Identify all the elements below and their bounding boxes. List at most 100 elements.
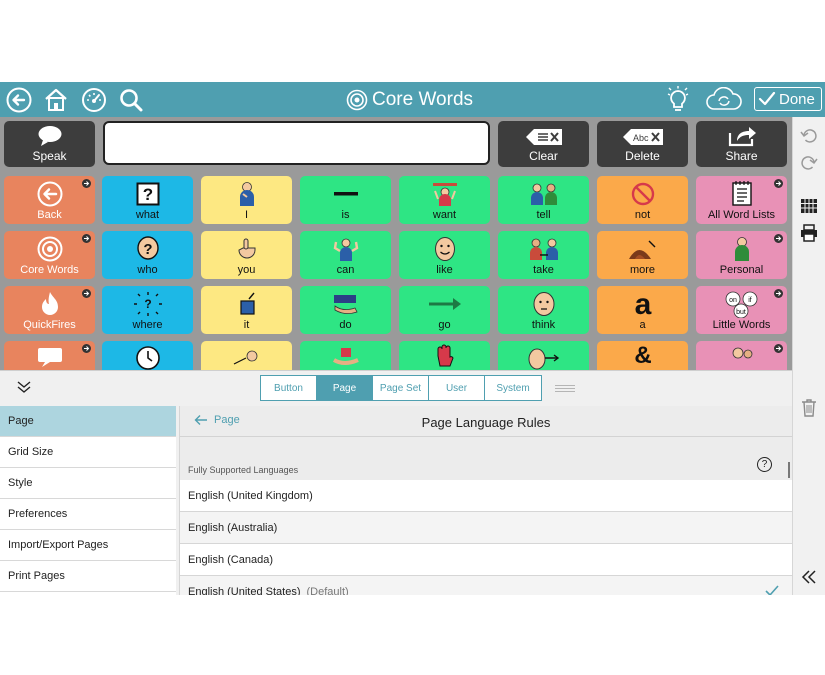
notebook-list-icon — [731, 181, 752, 206]
home-button[interactable] — [42, 85, 70, 114]
grid-button-partial-chat[interactable] — [4, 341, 95, 370]
share-icon — [728, 127, 756, 147]
communication-grid: Speak Clear Abc Delete Share Back ? what… — [0, 117, 792, 370]
speak-button[interactable]: Speak — [4, 121, 95, 167]
hint-button[interactable] — [664, 85, 692, 114]
grid-button-partial-give[interactable] — [300, 341, 391, 370]
share-button[interactable]: Share — [696, 121, 787, 167]
grid-button-tell[interactable]: tell — [498, 176, 589, 224]
grid-button-partial-person[interactable] — [201, 341, 292, 370]
redo-icon — [801, 156, 818, 170]
clear-button[interactable]: Clear — [498, 121, 589, 167]
raised-hand-icon — [437, 344, 454, 367]
sidebar-item-style[interactable]: Style — [0, 468, 176, 499]
grid-button-core-words[interactable]: Core Words — [4, 231, 95, 279]
grid-button-go[interactable]: go — [399, 286, 490, 334]
message-bar[interactable] — [103, 121, 490, 165]
print-button[interactable] — [800, 224, 818, 242]
grid-button-not[interactable]: not — [597, 176, 688, 224]
scroll-indicator[interactable] — [788, 462, 790, 478]
delete-page-button[interactable] — [800, 398, 818, 418]
sidebar-item-print-pages[interactable]: Print Pages — [0, 561, 176, 592]
person-pointing-self-icon — [239, 182, 254, 206]
two-people-talking-icon — [530, 183, 557, 205]
grid-button-want[interactable]: want — [399, 176, 490, 224]
question-head-icon: ? — [136, 236, 159, 260]
grid-button-more[interactable]: more — [597, 231, 688, 279]
grid-button-think[interactable]: think — [498, 286, 589, 334]
language-row[interactable]: English (Australia) — [180, 512, 792, 544]
help-icon: ? — [761, 459, 768, 470]
grid-button-partial-look[interactable] — [498, 341, 589, 370]
grid-button-little-words[interactable]: on if but Little Words — [696, 286, 787, 334]
link-arrow-icon — [82, 234, 91, 243]
grid-button-who[interactable]: ? who — [102, 231, 193, 279]
sidebar-item-import-export-pages[interactable]: Import/Export Pages — [0, 530, 176, 561]
grid-button-it[interactable]: it — [201, 286, 292, 334]
svg-text:if: if — [748, 297, 752, 304]
back-to-page-link[interactable]: Page — [194, 414, 240, 426]
app-window: Core Words Done Speak Clear Abc Delete S… — [0, 82, 825, 595]
grid-button-quickfires[interactable]: QuickFires — [4, 286, 95, 334]
grid-button-where[interactable]: ? where — [102, 286, 193, 334]
working-hands-icon — [333, 295, 358, 314]
search-button[interactable] — [117, 85, 145, 114]
grid-button-a[interactable]: a a — [597, 286, 688, 334]
letter-a-icon: a — [634, 290, 651, 318]
undo-button[interactable] — [800, 127, 818, 145]
clear-icon — [525, 129, 562, 145]
panel-title: Page Language Rules — [421, 415, 551, 430]
grid-button-partial-people[interactable] — [696, 341, 787, 370]
collapse-editor-button[interactable] — [16, 379, 32, 400]
grid-button-personal[interactable]: Personal — [696, 231, 787, 279]
back-button[interactable] — [5, 85, 33, 114]
person-want-icon — [432, 183, 457, 206]
redo-button[interactable] — [800, 154, 818, 172]
grid-button-back[interactable]: Back — [4, 176, 95, 224]
tab-system[interactable]: System — [485, 376, 541, 400]
drag-handle[interactable] — [555, 385, 575, 394]
sidebar-item-preferences[interactable]: Preferences — [0, 499, 176, 530]
clock-icon — [135, 346, 160, 370]
trash-icon — [802, 399, 816, 417]
grid-button-partial-clock[interactable] — [102, 341, 193, 370]
tab-page-set[interactable]: Page Set — [373, 376, 429, 400]
ampersand-icon: & — [634, 342, 651, 369]
sync-button[interactable] — [703, 85, 745, 114]
right-arrow-icon — [428, 298, 461, 310]
grid-button-can[interactable]: can — [300, 231, 391, 279]
strong-arm-icon — [333, 238, 358, 261]
grid-layout-button[interactable] — [800, 197, 818, 215]
done-button[interactable]: Done — [754, 87, 822, 111]
back-circle-icon — [37, 181, 62, 207]
tab-page[interactable]: Page — [317, 376, 373, 400]
dashboard-icon — [82, 87, 106, 112]
help-button[interactable]: ? — [757, 457, 772, 472]
language-row[interactable]: English (United Kingdom) — [180, 480, 792, 512]
grid-button-you[interactable]: you — [201, 231, 292, 279]
sidebar-item-grid-size[interactable]: Grid Size — [0, 437, 176, 468]
grid-button-partial-stop[interactable] — [399, 341, 490, 370]
grid-button-take[interactable]: take — [498, 231, 589, 279]
grid-button-is[interactable]: is — [300, 176, 391, 224]
dashboard-button[interactable] — [80, 85, 108, 114]
editor-panel: Button Page Page Set User System Page Gr… — [0, 370, 792, 595]
grid-button-partial-and[interactable]: & — [597, 341, 688, 370]
language-row-selected[interactable]: English (United States) (Default) — [180, 576, 792, 595]
grid-button-like[interactable]: like — [399, 231, 490, 279]
grid-button-i[interactable]: I — [201, 176, 292, 224]
sidebar-item-page[interactable]: Page — [0, 406, 176, 437]
printer-icon — [801, 224, 817, 242]
grid-icon — [801, 199, 817, 213]
delete-button[interactable]: Abc Delete — [597, 121, 688, 167]
grid-button-all-word-lists[interactable]: All Word Lists — [696, 176, 787, 224]
delete-word-icon: Abc — [622, 129, 663, 145]
tab-user[interactable]: User — [429, 376, 485, 400]
grid-button-what[interactable]: ? what — [102, 176, 193, 224]
search-icon — [120, 88, 143, 111]
tab-button[interactable]: Button — [261, 376, 317, 400]
language-row[interactable]: English (Canada) — [180, 544, 792, 576]
grid-button-do[interactable]: do — [300, 286, 391, 334]
pointing-hand-icon — [237, 238, 255, 259]
expand-panel-button[interactable] — [800, 569, 818, 585]
